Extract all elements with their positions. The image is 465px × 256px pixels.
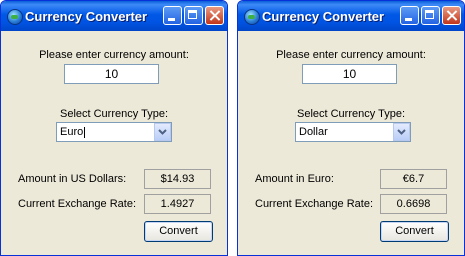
chevron-down-icon[interactable] [393, 123, 410, 141]
convert-button[interactable]: Convert [144, 221, 213, 242]
currency-converter-window-euro: Currency Converter Please enter currency… [0, 0, 228, 256]
exchange-rate-label: Current Exchange Rate: [255, 198, 374, 210]
currency-converter-window-dollar: Currency Converter Please enter currency… [237, 0, 465, 256]
exchange-rate-label: Current Exchange Rate: [18, 198, 137, 210]
result-label: Amount in Euro: [255, 173, 334, 185]
amount-prompt-label: Please enter currency amount: [39, 49, 189, 61]
title-bar[interactable]: Currency Converter [238, 1, 464, 31]
window-title: Currency Converter [25, 9, 148, 24]
title-bar[interactable]: Currency Converter [1, 1, 227, 31]
result-label: Amount in US Dollars: [18, 173, 127, 185]
amount-input[interactable]: 10 [302, 64, 397, 84]
window-title: Currency Converter [262, 9, 385, 24]
convert-button[interactable]: Convert [380, 221, 449, 242]
maximize-icon[interactable] [421, 6, 440, 25]
selected-currency: Euro [60, 126, 86, 138]
globe-icon [244, 9, 260, 25]
selected-currency: Dollar [299, 126, 328, 138]
maximize-icon[interactable] [184, 6, 203, 25]
chevron-down-icon[interactable] [154, 123, 171, 141]
minimize-icon[interactable] [400, 6, 419, 25]
close-icon[interactable] [442, 6, 461, 25]
result-value: €6.7 [380, 169, 447, 189]
exchange-rate-value: 1.4927 [144, 194, 211, 214]
close-icon[interactable] [205, 6, 224, 25]
currency-type-label: Select Currency Type: [59, 108, 168, 120]
result-value: $14.93 [144, 169, 211, 189]
amount-input[interactable]: 10 [64, 64, 159, 84]
exchange-rate-value: 0.6698 [380, 194, 447, 214]
amount-prompt-label: Please enter currency amount: [276, 49, 426, 61]
currency-type-select[interactable]: Euro [56, 122, 172, 142]
globe-icon [7, 9, 23, 25]
minimize-icon[interactable] [163, 6, 182, 25]
currency-type-label: Select Currency Type: [296, 108, 405, 120]
currency-type-select[interactable]: Dollar [295, 122, 411, 142]
